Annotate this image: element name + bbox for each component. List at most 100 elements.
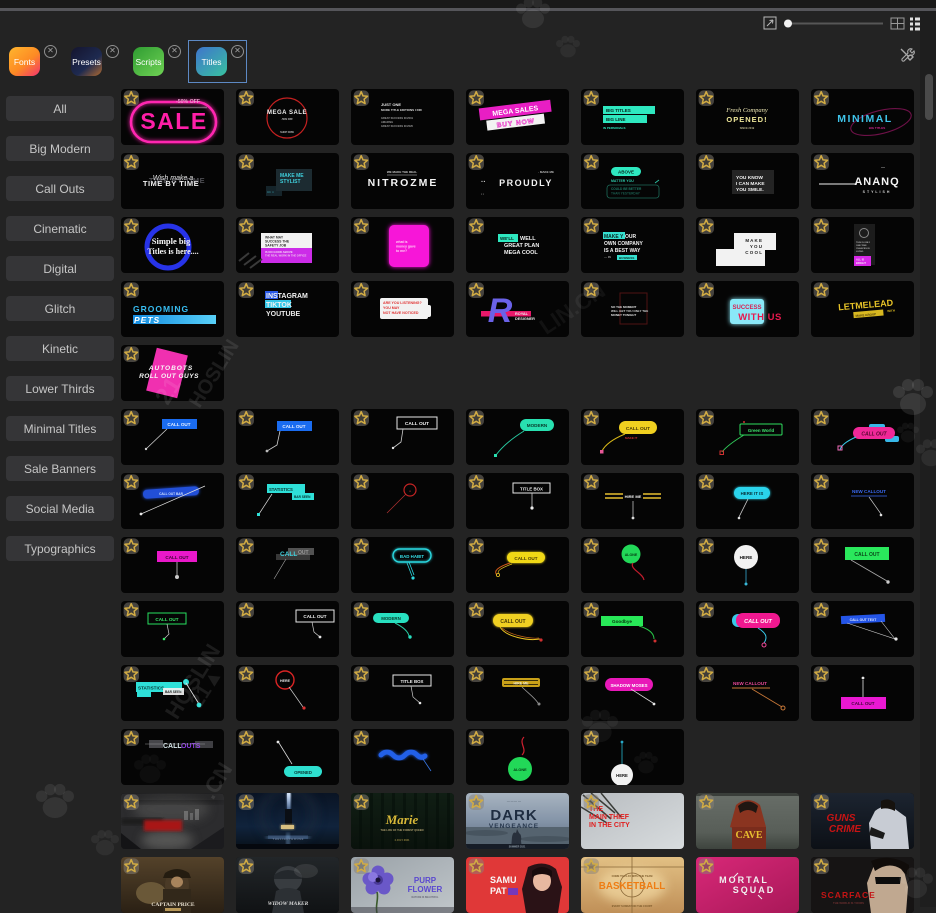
svg-text:MAKE Y: MAKE Y <box>604 234 624 240</box>
svg-text:AUTOBOTS: AUTOBOTS <box>148 365 193 372</box>
svg-text:SHOP NOW: SHOP NOW <box>280 131 294 134</box>
svg-text:to me?: to me? <box>396 249 407 253</box>
svg-text:ONE TIME: ONE TIME <box>856 245 867 247</box>
svg-text:CALL OUT: CALL OUT <box>155 617 178 622</box>
svg-text:CALL OUT: CALL OUT <box>165 555 188 560</box>
svg-text:IS NO GOOD ABOVE: IS NO GOOD ABOVE <box>265 250 293 254</box>
svg-text:AMAZING: AMAZING <box>381 120 393 124</box>
svg-text:EVERY SUNDAY ON THE COURT: EVERY SUNDAY ON THE COURT <box>612 904 653 908</box>
svg-text:NATURE IS BEAUTIFUL: NATURE IS BEAUTIFUL <box>412 896 439 899</box>
svg-text:HIRE ME: HIRE ME <box>625 494 642 499</box>
svg-text:SCARFACE: SCARFACE <box>821 890 876 900</box>
svg-text:CALL OUT: CALL OUT <box>282 424 305 429</box>
svg-text:CALL OUT: CALL OUT <box>514 556 537 561</box>
svg-text:YOU SMILE.: YOU SMILE. <box>736 187 764 193</box>
svg-text:BASKETBALL: BASKETBALL <box>599 881 665 892</box>
svg-text:NOT HAVE NOTICED: NOT HAVE NOTICED <box>383 311 419 315</box>
svg-text:GREAT PLAN: GREAT PLAN <box>504 243 539 249</box>
svg-text:NEW CALLOUT: NEW CALLOUT <box>852 489 886 494</box>
svg-text:SHADOW MOSES: SHADOW MOSES <box>610 683 647 688</box>
svg-text:M A K E: M A K E <box>745 238 762 243</box>
svg-text:LETMELEAD: LETMELEAD <box>838 298 894 313</box>
svg-text:STYLIST: STYLIST <box>280 179 301 185</box>
svg-text:MATTER YOU: MATTER YOU <box>611 179 634 183</box>
svg-text:··: ·· <box>481 179 486 186</box>
svg-text:R: R <box>488 292 513 330</box>
svg-text:BIG TITLES: BIG TITLES <box>606 108 631 113</box>
svg-text:THE REAL WORK IN THE OFFICE: THE REAL WORK IN THE OFFICE <box>265 254 307 258</box>
svg-text:HERE: HERE <box>616 773 628 778</box>
svg-text:COME TO PLAY WITH THE TEAM: COME TO PLAY WITH THE TEAM <box>612 874 653 878</box>
svg-text:MAIN THIEF: MAIN THIEF <box>589 814 630 821</box>
svg-text:ABOVE: ABOVE <box>618 170 634 175</box>
svg-text:Simple big: Simple big <box>152 236 191 246</box>
svg-text:ROLL OUT GUYS: ROLL OUT GUYS <box>139 373 199 380</box>
svg-text:CALL OUT: CALL OUT <box>854 552 879 558</box>
svg-text:MONEY TONIGHT: MONEY TONIGHT <box>611 313 636 317</box>
svg-text:what is: what is <box>395 240 408 244</box>
svg-text:OUT: OUT <box>298 550 309 556</box>
svg-text:TITLE BOX: TITLE BOX <box>401 679 424 684</box>
svg-text:C O O L: C O O L <box>745 250 762 255</box>
svg-text:CHANCES IN: CHANCES IN <box>856 247 870 250</box>
svg-text:BIG TITLES: BIG TITLES <box>869 126 886 130</box>
svg-text:SQUAD: SQUAD <box>733 885 776 895</box>
svg-text:SUCCESS: SUCCESS <box>732 305 761 311</box>
svg-text:STYLISH: STYLISH <box>863 190 892 194</box>
svg-text:MORE TITLE EDITIONS I DID: MORE TITLE EDITIONS I DID <box>381 108 423 112</box>
svg-text:MINIMAL: MINIMAL <box>837 113 892 125</box>
svg-text:-50% OFF: -50% OFF <box>281 118 293 121</box>
svg-text:OPENED: OPENED <box>294 770 312 775</box>
svg-text:THAN YESTERDAY: THAN YESTERDAY <box>611 192 641 196</box>
svg-text:ANANQ: ANANQ <box>854 176 899 188</box>
svg-text:MORTAL: MORTAL <box>719 875 769 885</box>
svg-text:DARK: DARK <box>490 807 537 824</box>
svg-text:OPENED!: OPENED! <box>726 115 767 124</box>
svg-text:CALL OUT: CALL OUT <box>167 422 190 427</box>
svg-text:ARE YOU LISTENING?: ARE YOU LISTENING? <box>383 301 422 305</box>
svg-text:BE A: BE A <box>267 190 275 194</box>
svg-text:IN PERSONALS: IN PERSONALS <box>603 126 626 130</box>
svg-text:NEW CALLOUT: NEW CALLOUT <box>733 681 767 686</box>
svg-text:SAMU: SAMU <box>490 875 517 885</box>
svg-text:CALL OUT: CALL OUT <box>500 619 525 625</box>
svg-text:IN THE CITY: IN THE CITY <box>589 822 630 829</box>
svg-text:MAKE IT: MAKE IT <box>625 436 638 440</box>
svg-text:COULD BE BETTER: COULD BE BETTER <box>611 187 642 191</box>
svg-text:TIKTOK: TIKTOK <box>266 302 292 309</box>
svg-text:money gave: money gave <box>396 245 416 249</box>
svg-text:MEGA SALE: MEGA SALE <box>267 110 307 116</box>
svg-text:DESIGNER: DESIGNER <box>515 317 535 321</box>
svg-text:SINCE 2019: SINCE 2019 <box>740 126 755 130</box>
svg-text:BAD HABIT: BAD HABIT <box>400 554 424 559</box>
svg-text:STATISTICS: STATISTICS <box>269 487 293 492</box>
svg-text:GROOMING: GROOMING <box>133 304 189 314</box>
svg-text:HIRE ME: HIRE ME <box>514 682 530 686</box>
svg-text:MAKE GROUP: MAKE GROUP <box>855 312 876 318</box>
svg-text:FLOWER: FLOWER <box>408 885 443 894</box>
svg-text:BUSINESS: BUSINESS <box>619 256 634 260</box>
svg-text:HERE IT IS: HERE IT IS <box>741 491 764 496</box>
svg-text:CALL OUT: CALL OUT <box>861 432 887 438</box>
svg-text:Marie: Marie <box>385 812 419 827</box>
svg-text:NITROZME: NITROZME <box>368 177 439 189</box>
svg-text:THE WORLD IS YOURS: THE WORLD IS YOURS <box>833 901 864 905</box>
svg-text:INSTAGRAM: INSTAGRAM <box>266 293 308 300</box>
svg-text:JUST ONE: JUST ONE <box>381 102 401 107</box>
svg-text:TIME BY TIME: TIME BY TIME <box>149 176 205 185</box>
svg-text:CALL OUT TEXT: CALL OUT TEXT <box>850 618 878 622</box>
svg-text:-50% OFF: -50% OFF <box>176 99 200 105</box>
svg-text:WE MAKE THE REAL: WE MAKE THE REAL <box>387 170 418 174</box>
svg-text:Fresh Company: Fresh Company <box>725 107 768 114</box>
svg-text:- MAKE ME: - MAKE ME <box>538 170 554 174</box>
svg-text:··· ··· ··· ···: ··· ··· ··· ··· <box>507 799 522 803</box>
svg-text:Y O U: Y O U <box>750 244 762 249</box>
svg-text:OUR: OUR <box>625 234 637 240</box>
svg-text:THIS IS ONLY: THIS IS ONLY <box>856 242 871 244</box>
svg-text:ALONE: ALONE <box>513 768 527 772</box>
svg-text:IS A BEST WAY: IS A BEST WAY <box>604 248 641 254</box>
svg-text:I CAN MAKE: I CAN MAKE <box>736 181 765 187</box>
svg-text:GUNS: GUNS <box>827 813 856 824</box>
svg-text:WITH US: WITH US <box>738 312 782 323</box>
svg-text:YOUTUBE: YOUTUBE <box>266 311 301 318</box>
